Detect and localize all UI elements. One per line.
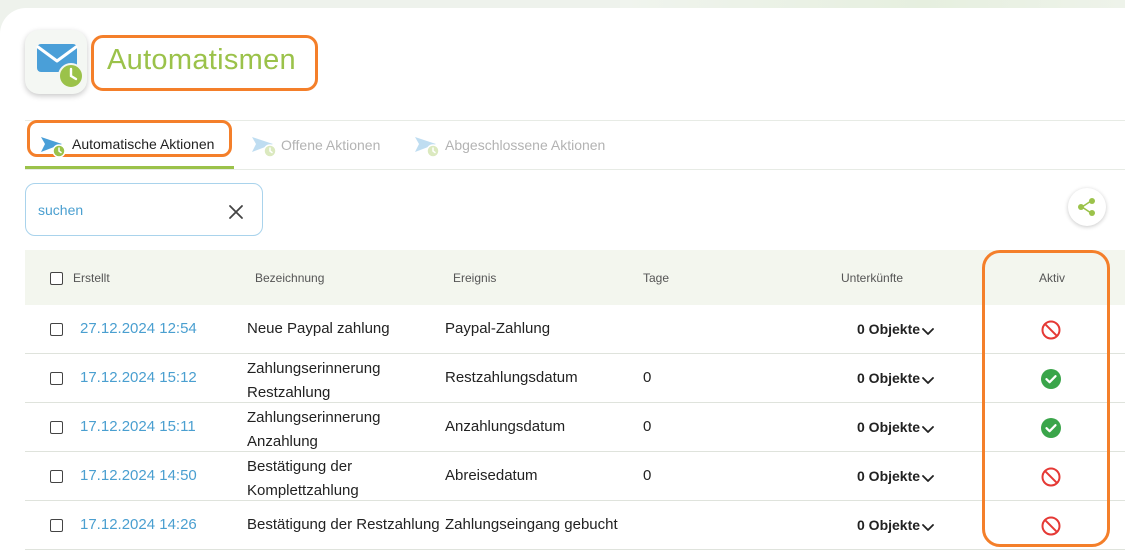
share-button[interactable] xyxy=(1068,188,1106,226)
search-box xyxy=(25,183,263,236)
tab-automatische-aktionen[interactable]: Automatische Aktionen xyxy=(40,128,232,168)
column-header-tage[interactable]: Tage xyxy=(643,271,669,285)
chevron-down-icon[interactable] xyxy=(922,520,934,538)
aktiv-column-highlight xyxy=(982,250,1110,547)
share-icon xyxy=(1078,198,1095,216)
table-row[interactable]: 27.12.2024 12:54 Neue Paypal zahlung Pay… xyxy=(25,305,1125,354)
table-row[interactable]: 17.12.2024 15:11 Zahlungserinnerung Anza… xyxy=(25,403,1125,452)
rule-name: Neue Paypal zahlung xyxy=(247,320,390,337)
tab-offene-aktionen[interactable]: Offene Aktionen xyxy=(251,128,391,168)
tab-label: Automatische Aktionen xyxy=(72,136,215,152)
column-header-ereignis[interactable]: Ereignis xyxy=(453,271,496,285)
divider xyxy=(25,169,1125,170)
created-date[interactable]: 27.12.2024 12:54 xyxy=(80,320,197,337)
created-date[interactable]: 17.12.2024 14:50 xyxy=(80,467,197,484)
table-row[interactable]: 17.12.2024 14:50 Bestätigung der Komplet… xyxy=(25,452,1125,501)
days-value: 0 xyxy=(643,418,652,435)
paper-plane-clock-icon xyxy=(251,134,277,163)
chevron-down-icon[interactable] xyxy=(922,373,934,391)
days-value: 0 xyxy=(643,467,652,484)
table-header: Erstellt Bezeichnung Ereignis Tage Unter… xyxy=(25,250,1125,305)
row-checkbox[interactable] xyxy=(50,372,63,385)
chevron-down-icon[interactable] xyxy=(922,422,934,440)
days-value: 0 xyxy=(643,369,652,386)
chevron-down-icon[interactable] xyxy=(922,324,934,342)
event-name: Anzahlungsdatum xyxy=(445,418,566,435)
row-checkbox[interactable] xyxy=(50,323,63,336)
table-row[interactable]: 17.12.2024 14:26 Bestätigung der Restzah… xyxy=(25,501,1125,550)
event-name: Abreisedatum xyxy=(445,467,538,484)
rule-name: Bestätigung der Restzahlung xyxy=(247,516,440,533)
table-row[interactable]: 17.12.2024 15:12 Zahlungserinnerung Rest… xyxy=(25,354,1125,403)
tab-abgeschlossene-aktionen[interactable]: Abgeschlossene Aktionen xyxy=(414,128,614,168)
accommodations-dropdown[interactable]: 0 Objekte xyxy=(857,370,920,386)
rule-name: Zahlungserinnerung Restzahlung xyxy=(247,360,381,401)
accommodations-dropdown[interactable]: 0 Objekte xyxy=(857,321,920,337)
accommodations-dropdown[interactable]: 0 Objekte xyxy=(857,517,920,533)
column-header-erstellt[interactable]: Erstellt xyxy=(73,271,110,285)
mail-clock-icon xyxy=(25,30,87,94)
column-header-bezeichnung[interactable]: Bezeichnung xyxy=(255,271,324,285)
chevron-down-icon[interactable] xyxy=(922,471,934,489)
rule-name: Zahlungserinnerung Anzahlung xyxy=(247,409,381,450)
select-all-checkbox[interactable] xyxy=(50,272,63,285)
created-date[interactable]: 17.12.2024 15:12 xyxy=(80,369,197,386)
paper-plane-clock-icon xyxy=(414,134,440,163)
event-name: Paypal-Zahlung xyxy=(445,320,551,337)
page-title: Automatismen xyxy=(107,44,296,76)
search-input[interactable] xyxy=(36,198,220,222)
event-name: Restzahlungsdatum xyxy=(445,369,578,386)
created-date[interactable]: 17.12.2024 14:26 xyxy=(80,516,197,533)
row-checkbox[interactable] xyxy=(50,421,63,434)
event-name: Zahlungseingang gebucht xyxy=(445,516,618,533)
tab-label: Offene Aktionen xyxy=(281,137,381,153)
close-icon[interactable] xyxy=(226,202,246,222)
row-checkbox[interactable] xyxy=(50,470,63,483)
tab-label: Abgeschlossene Aktionen xyxy=(445,137,606,153)
accommodations-dropdown[interactable]: 0 Objekte xyxy=(857,468,920,484)
rule-name: Bestätigung der Komplettzahlung xyxy=(247,458,359,499)
paper-plane-clock-icon xyxy=(40,134,66,163)
row-checkbox[interactable] xyxy=(50,519,63,532)
accommodations-dropdown[interactable]: 0 Objekte xyxy=(857,419,920,435)
created-date[interactable]: 17.12.2024 15:11 xyxy=(80,418,196,435)
column-header-unterkuenfte[interactable]: Unterkünfte xyxy=(841,271,903,285)
